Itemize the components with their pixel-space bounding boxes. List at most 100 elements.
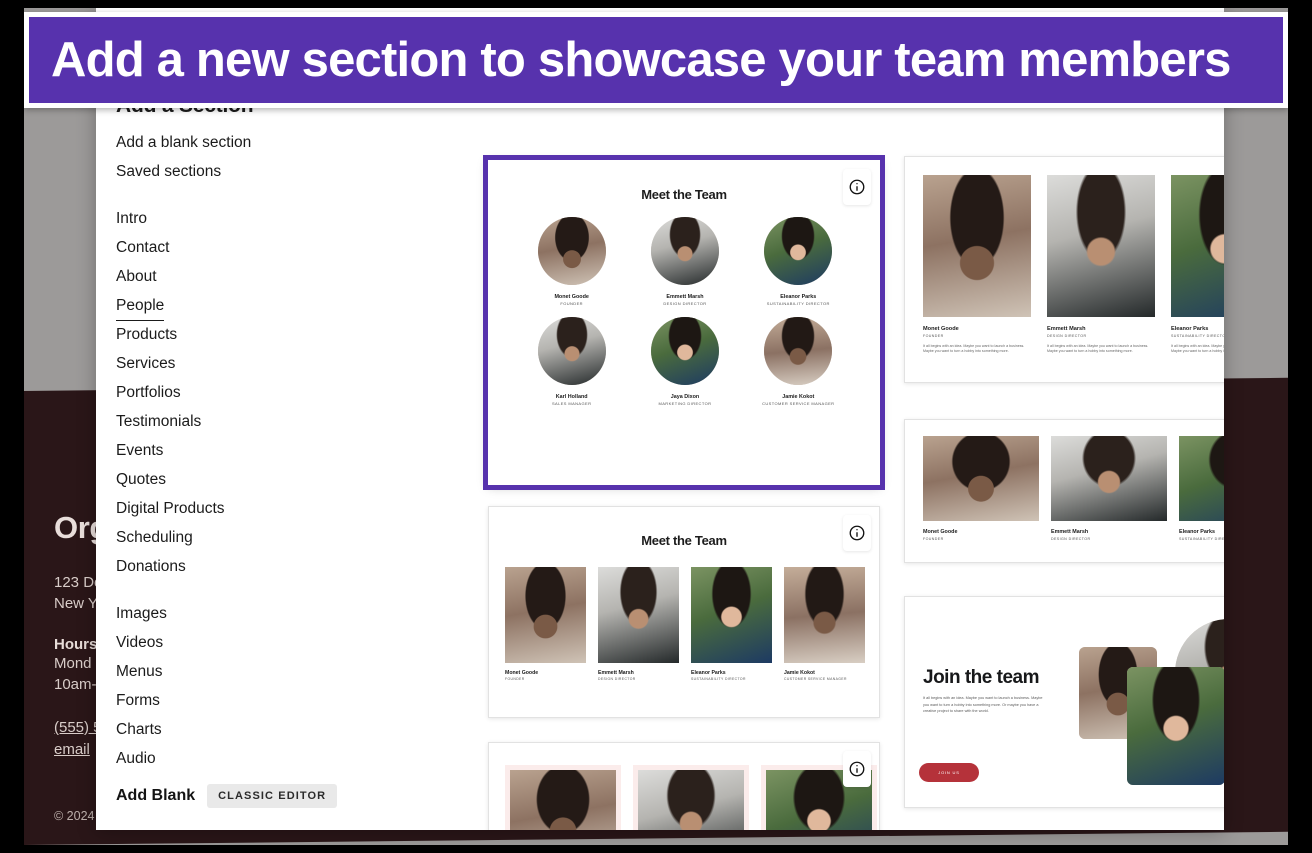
team-member[interactable]: Eleanor Parks SUSTAINABILITY DIRECTOR	[742, 217, 855, 307]
sidebar-item-scheduling[interactable]: Scheduling	[116, 523, 193, 552]
team-member[interactable]: Monet Goode FOUNDER	[515, 217, 628, 307]
template-card-three-portraits-bios[interactable]: Monet Goode FOUNDER It all begins with a…	[904, 156, 1224, 383]
template-card-join-the-team[interactable]: Join the team It all begins with an idea…	[904, 596, 1224, 808]
team-member[interactable]: Eleanor Parks SUSTAINABILITY DIRECTOR	[1179, 436, 1224, 542]
annotation-banner-text: Add a new section to showcase your team …	[51, 33, 1231, 87]
team-member[interactable]: Jamie Kokot CUSTOMER SERVICE MANAGER	[784, 567, 865, 682]
member-role: DESIGN DIRECTOR	[663, 301, 707, 306]
sidebar-item-people[interactable]: People	[116, 291, 165, 321]
team-member[interactable]: Eleanor Parks SUSTAINABILITY DIRECTOR It…	[1171, 175, 1224, 355]
sidebar-item-products[interactable]: Products	[116, 320, 177, 349]
portrait	[1171, 175, 1224, 317]
template-heading: Meet the Team	[641, 187, 727, 202]
team-member[interactable]: Monet Goode FOUNDER It all begins with a…	[923, 175, 1031, 355]
sidebar-item-donations[interactable]: Donations	[116, 552, 186, 581]
portrait	[923, 175, 1031, 317]
portrait	[505, 567, 586, 663]
sidebar-item-forms[interactable]: Forms	[116, 686, 160, 715]
member-role: SUSTAINABILITY DIRECTOR	[1171, 334, 1224, 338]
portrait	[923, 436, 1039, 521]
join-body: It all begins with an idea. Maybe you wa…	[923, 696, 1043, 714]
sidebar-item-videos[interactable]: Videos	[116, 628, 163, 657]
sidebar-item-digital-products[interactable]: Digital Products	[116, 494, 225, 523]
member-role: MARKETING DIRECTOR	[658, 401, 712, 406]
screenshot-root: Org 123 De New Y Hours Mond 10am- (555) …	[0, 0, 1312, 853]
member-name: Jaya Dixon	[670, 394, 700, 400]
template-gallery: Meet the Team Monet Goode FOUNDER Emmett…	[388, 148, 1224, 830]
sidebar-item-charts[interactable]: Charts	[116, 715, 162, 744]
member-name: Emmett Marsh	[598, 670, 634, 676]
sidebar-item-events[interactable]: Events	[116, 436, 163, 465]
sidebar-footer: Add Blank CLASSIC EDITOR	[116, 784, 338, 808]
avatar	[537, 317, 606, 385]
member-name: Emmett Marsh	[666, 294, 704, 300]
portrait	[598, 567, 679, 663]
team-member[interactable]: Monet Goode FOUNDER	[923, 436, 1039, 542]
member-role: CUSTOMER SERVICE MANAGER	[784, 677, 847, 681]
template-card-bordered-portraits[interactable]	[488, 742, 880, 830]
member-role: FOUNDER	[560, 301, 583, 306]
team-member[interactable]: Karl Holland SALES MANAGER	[515, 317, 628, 407]
template-card-carousel[interactable]: Monet Goode FOUNDER Emmett Marsh DESIGN …	[904, 419, 1224, 563]
member-name: Monet Goode	[505, 670, 539, 676]
avatar	[764, 217, 833, 285]
member-name: Monet Goode	[923, 326, 959, 332]
sidebar-item-testimonials[interactable]: Testimonials	[116, 407, 201, 436]
portrait	[505, 765, 621, 830]
template-card-circles-grid[interactable]: Meet the Team Monet Goode FOUNDER Emmett…	[483, 155, 885, 490]
section-category-sidebar: Add a blank section Saved sections Intro…	[96, 128, 368, 830]
team-member[interactable]: Eleanor Parks SUSTAINABILITY DIRECTOR	[691, 567, 772, 682]
classic-editor-button[interactable]: CLASSIC EDITOR	[207, 784, 338, 808]
portrait	[784, 567, 865, 663]
team-member[interactable]: Emmett Marsh DESIGN DIRECTOR	[598, 567, 679, 682]
add-section-modal: Add a Section Add a blank section Saved …	[96, 8, 1224, 830]
sidebar-item-contact[interactable]: Contact	[116, 233, 169, 262]
team-member[interactable]: Jaya Dixon MARKETING DIRECTOR	[628, 317, 741, 407]
sidebar-item-about[interactable]: About	[116, 262, 157, 291]
team-member[interactable]: Emmett Marsh DESIGN DIRECTOR	[628, 217, 741, 307]
info-circle-icon[interactable]	[843, 515, 871, 551]
portrait	[633, 765, 749, 830]
avatar	[537, 217, 606, 285]
template-heading: Meet the Team	[641, 533, 727, 548]
team-member[interactable]	[633, 765, 749, 830]
avatar	[650, 317, 719, 385]
member-name: Eleanor Parks	[780, 294, 817, 300]
join-title: Join the team	[923, 667, 1039, 688]
member-name: Jamie Kokot	[784, 670, 815, 676]
member-name: Emmett Marsh	[1051, 529, 1089, 535]
member-role: SUSTAINABILITY DIRECTOR	[1179, 537, 1224, 541]
join-us-button[interactable]: JOIN US	[919, 763, 979, 782]
member-bio: It all begins with an idea. Maybe you wa…	[1171, 344, 1224, 354]
sidebar-item-add-a-blank-section[interactable]: Add a blank section	[116, 128, 251, 157]
add-blank-button[interactable]: Add Blank	[116, 787, 195, 805]
sidebar-item-images[interactable]: Images	[116, 599, 167, 628]
avatar	[764, 317, 833, 385]
member-bio: It all begins with an idea. Maybe you wa…	[923, 344, 1025, 354]
info-circle-icon[interactable]	[843, 169, 871, 205]
team-member[interactable]: Emmett Marsh DESIGN DIRECTOR It all begi…	[1047, 175, 1155, 355]
team-member[interactable]: Jamie Kokot CUSTOMER SERVICE MANAGER	[742, 317, 855, 407]
member-role: DESIGN DIRECTOR	[1051, 537, 1091, 541]
member-role: DESIGN DIRECTOR	[1047, 334, 1087, 338]
sidebar-item-saved-sections[interactable]: Saved sections	[116, 157, 221, 186]
sidebar-item-portfolios[interactable]: Portfolios	[116, 378, 181, 407]
team-member[interactable]	[505, 765, 621, 830]
sidebar-item-audio[interactable]: Audio	[116, 744, 156, 773]
team-member[interactable]: Monet Goode FOUNDER	[505, 567, 586, 682]
team-member[interactable]: Emmett Marsh DESIGN DIRECTOR	[1051, 436, 1167, 542]
member-role: SUSTAINABILITY DIRECTOR	[766, 301, 830, 306]
sidebar-item-intro[interactable]: Intro	[116, 204, 147, 233]
background-copyright: © 2024	[54, 809, 95, 823]
member-name: Karl Holland	[555, 394, 588, 400]
member-role: FOUNDER	[923, 537, 944, 541]
template-card-four-portraits[interactable]: Meet the Team Monet Goode FOUNDER Emmett…	[488, 506, 880, 718]
member-role: SALES MANAGER	[551, 401, 592, 406]
member-role: CUSTOMER SERVICE MANAGER	[762, 401, 835, 406]
photo-collage	[1079, 619, 1224, 791]
collage-photo-3	[1127, 667, 1224, 785]
info-circle-icon[interactable]	[843, 751, 871, 787]
sidebar-item-services[interactable]: Services	[116, 349, 175, 378]
sidebar-item-quotes[interactable]: Quotes	[116, 465, 166, 494]
sidebar-item-menus[interactable]: Menus	[116, 657, 163, 686]
